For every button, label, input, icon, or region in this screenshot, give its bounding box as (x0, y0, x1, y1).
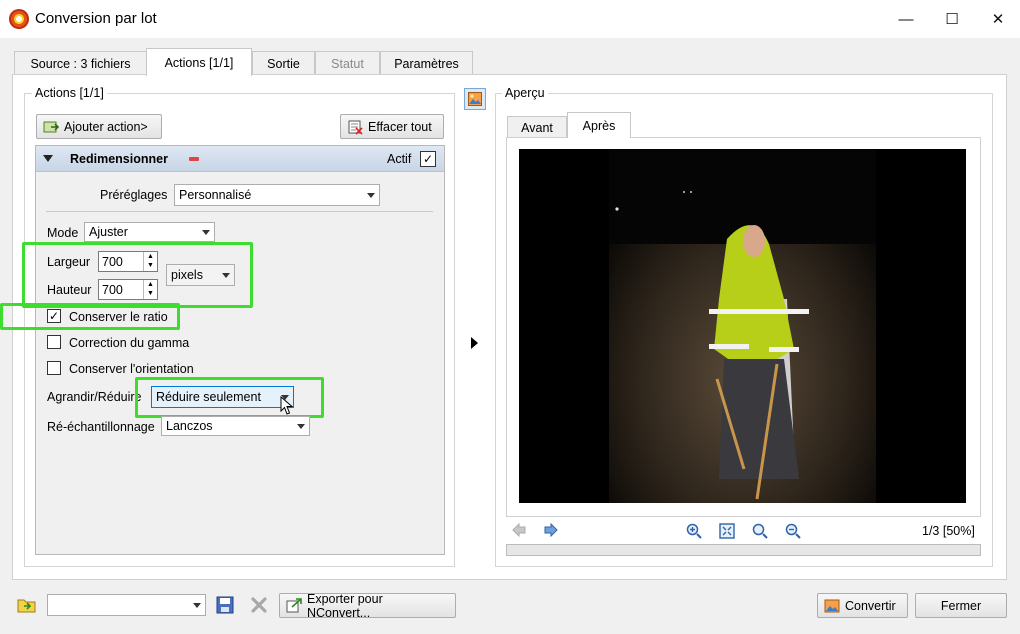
dropdown-arrow-icon (367, 192, 375, 198)
remove-action-icon[interactable] (189, 157, 199, 161)
tab-source[interactable]: Source : 3 fichiers (14, 51, 147, 75)
convert-button[interactable]: Convertir (817, 593, 908, 618)
active-label: Actif (387, 152, 412, 166)
presets-label: Préréglages (100, 188, 168, 202)
zoom-actual-icon[interactable] (752, 523, 768, 539)
close-button[interactable]: Fermer (915, 593, 1007, 618)
actions-group-title: Actions [1/1] (32, 86, 107, 100)
export-label: Exporter pour NConvert... (307, 591, 383, 620)
clear-all-button[interactable]: Effacer tout (340, 114, 444, 139)
enlarge-reduce-label: Agrandir/Réduire (47, 390, 142, 404)
next-arrow-icon[interactable] (544, 522, 558, 538)
presets-value: Personnalisé (179, 188, 252, 202)
tab-after[interactable]: Après (567, 112, 631, 138)
dropdown-arrow-icon (193, 602, 201, 608)
mouse-cursor-icon (280, 396, 294, 415)
orientation-checkbox[interactable] (47, 361, 61, 375)
resize-action-title: Redimensionner (70, 152, 168, 166)
xnview-icon (9, 9, 29, 29)
zoom-out-icon[interactable] (785, 523, 801, 539)
divider (46, 211, 433, 212)
presets-select[interactable]: Personnalisé (174, 184, 380, 206)
add-action-button[interactable]: Ajouter action> (36, 114, 162, 139)
image-icon (468, 92, 482, 106)
expand-arrow-icon[interactable] (471, 337, 478, 349)
tab-output[interactable]: Sortie (252, 51, 315, 75)
gamma-label: Correction du gamma (69, 336, 190, 350)
page-info: 1/3 [50%] (922, 524, 975, 538)
maximize-button[interactable]: ☐ (929, 0, 975, 38)
mode-label: Mode (47, 226, 79, 240)
resize-action-panel (35, 145, 445, 555)
tab-actions[interactable]: Actions [1/1] (146, 48, 252, 76)
close-label: Fermer (940, 598, 982, 613)
resample-value: Lanczos (166, 419, 213, 433)
clear-all-icon (347, 119, 363, 135)
preview-progress-bar (506, 544, 981, 556)
convert-icon (824, 598, 840, 614)
dropdown-arrow-icon (297, 423, 305, 429)
tab-before[interactable]: Avant (507, 116, 567, 138)
add-action-icon (43, 119, 60, 135)
highlight-dimensions (22, 242, 253, 308)
clear-all-label: Effacer tout (368, 119, 432, 134)
active-checkbox[interactable]: ✓ (420, 151, 436, 167)
fit-window-icon[interactable] (719, 523, 735, 539)
resample-select[interactable]: Lanczos (161, 416, 310, 436)
mode-value: Ajuster (89, 225, 128, 239)
convert-label: Convertir (845, 598, 896, 613)
resample-label: Ré-échantillonnage (47, 420, 155, 434)
previous-arrow-icon[interactable] (512, 522, 526, 538)
add-action-label: Ajouter action> (64, 119, 148, 134)
export-nconvert-button[interactable]: Exporter pour NConvert... (279, 591, 456, 620)
preview-group-title: Aperçu (502, 86, 548, 100)
zoom-in-icon[interactable] (686, 523, 702, 539)
window-title: Conversion par lot (35, 10, 157, 27)
tab-status: Statut (315, 51, 380, 75)
gamma-checkbox[interactable] (47, 335, 61, 349)
highlight-enlarge-reduce (135, 377, 324, 418)
dropdown-arrow-icon (202, 229, 210, 235)
close-window-button[interactable]: ✕ (975, 0, 1020, 38)
preview-image (519, 149, 966, 503)
checkmark-icon: ✓ (422, 152, 434, 166)
highlight-keep-ratio (0, 303, 180, 330)
minimize-button[interactable]: — (883, 0, 929, 38)
delete-icon[interactable] (250, 596, 268, 614)
export-icon (286, 597, 302, 614)
open-folder-icon[interactable] (17, 595, 37, 615)
orientation-label: Conserver l'orientation (69, 362, 194, 376)
tab-settings[interactable]: Paramètres (380, 51, 473, 75)
collapse-arrow-icon[interactable] (43, 155, 53, 162)
preview-toggle-button[interactable] (464, 88, 486, 110)
preset-list-select[interactable] (47, 594, 206, 616)
save-icon[interactable] (216, 596, 234, 614)
mode-select[interactable]: Ajuster (84, 222, 215, 242)
